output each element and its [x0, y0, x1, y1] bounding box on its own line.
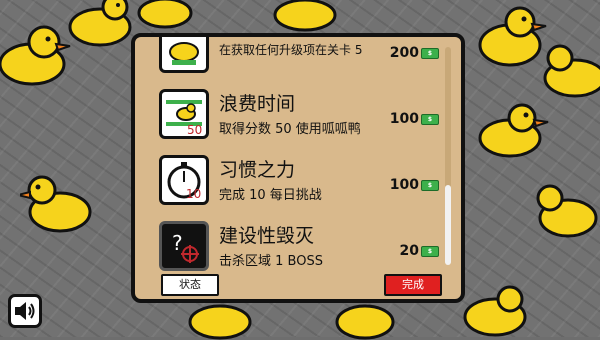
duck-decoration-icon: [273, 0, 337, 32]
scrollbar-thumb[interactable]: [445, 185, 451, 265]
duck-decoration-icon: [478, 103, 549, 158]
done-button[interactable]: 完成: [384, 274, 442, 296]
cash-icon: $: [421, 47, 439, 59]
challenge-title: 建设性毁灭: [219, 225, 315, 247]
duck-score-icon: 50: [159, 89, 209, 139]
duck-decoration-icon: [20, 175, 92, 233]
badge-text: ?: [172, 231, 183, 255]
reward-amount: 20: [399, 243, 419, 259]
challenge-row: 10 习惯之力 完成 10 每日挑战 100 $: [149, 151, 445, 208]
reward-amount: 100: [389, 177, 419, 193]
challenge-desc: 取得分数 50 使用呱呱鸭: [219, 122, 361, 137]
cash-icon: $: [421, 245, 439, 257]
reward-amount: 100: [389, 111, 419, 127]
challenge-reward: 20 $: [400, 243, 439, 259]
duck-decoration-icon: [137, 0, 193, 29]
reward-amount: 200: [389, 45, 419, 61]
cash-icon: $: [421, 113, 439, 125]
duck-decoration-icon: [478, 6, 547, 67]
badge-text: 50: [187, 123, 202, 136]
duck-decoration-icon: [188, 304, 252, 340]
duck-decoration-icon: [463, 285, 527, 337]
duck-decoration-icon: [68, 0, 132, 47]
challenge-reward: 200 $: [390, 45, 439, 61]
speaker-icon: [15, 302, 35, 320]
challenge-desc: 击杀区域 1 BOSS: [219, 254, 323, 269]
duck-decoration-icon: [536, 184, 598, 238]
challenge-title: 习惯之力: [219, 159, 296, 181]
sound-button[interactable]: [8, 294, 42, 328]
upgrade-duck-icon: [159, 37, 209, 73]
cash-icon: $: [421, 179, 439, 191]
stopwatch-icon: 10: [159, 155, 209, 205]
challenge-reward: 100 $: [390, 177, 439, 193]
challenge-list[interactable]: 在获取任何升级项在关卡 5 200 $ 50 浪费时间 取得分数 50 使用呱呱…: [149, 37, 445, 283]
challenge-desc: 在获取任何升级项在关卡 5: [219, 43, 363, 57]
challenge-row: ? 建设性毁灭 击杀区域 1 BOSS 20 $: [149, 217, 445, 274]
challenge-title: 浪费时间: [219, 93, 296, 115]
badge-text: 10: [186, 187, 201, 201]
challenge-desc: 完成 10 每日挑战: [219, 188, 322, 203]
status-button[interactable]: 状态: [161, 274, 219, 296]
duck-decoration-icon: [335, 304, 395, 340]
challenge-panel: 在获取任何升级项在关卡 5 200 $ 50 浪费时间 取得分数 50 使用呱呱…: [131, 33, 465, 303]
challenge-row: 50 浪费时间 取得分数 50 使用呱呱鸭 100 $: [149, 85, 445, 142]
challenge-reward: 100 $: [390, 111, 439, 127]
duck-decoration-icon: [543, 44, 600, 98]
crosshair-unknown-icon: ?: [159, 221, 209, 271]
challenge-row: 在获取任何升级项在关卡 5 200 $: [149, 37, 445, 76]
